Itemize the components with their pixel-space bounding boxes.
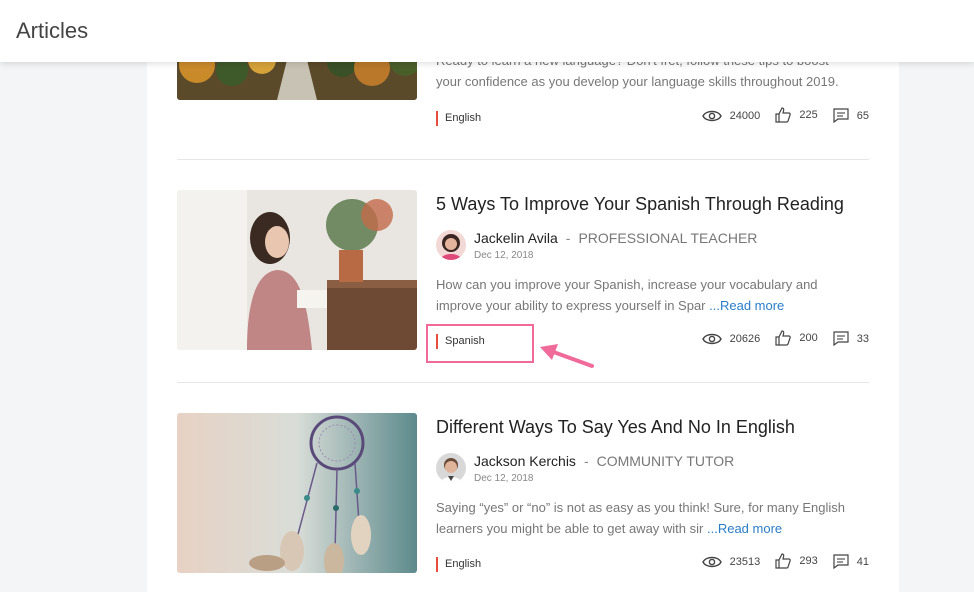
comments-count: 41 bbox=[856, 555, 869, 568]
likes-count: 225 bbox=[799, 109, 818, 121]
author-line: Jackson Kerchis - COMMUNITY TUTOR bbox=[474, 453, 734, 469]
top-bar: Articles bbox=[0, 0, 974, 62]
excerpt-line: your confidence as you develop your lang… bbox=[436, 74, 839, 89]
author-separator: - bbox=[583, 453, 589, 469]
comments-count: 33 bbox=[856, 332, 869, 345]
likes-stat[interactable]: 293 bbox=[775, 553, 818, 569]
excerpt-line: How can you improve your Spanish, increa… bbox=[436, 277, 818, 292]
views-stat: 23513 bbox=[701, 555, 761, 569]
likes-stat[interactable]: 225 bbox=[775, 107, 818, 123]
read-more-link[interactable]: ...Read more bbox=[709, 298, 784, 313]
excerpt-text: improve your ability to express yourself… bbox=[436, 298, 706, 313]
article-author: Jackelin Avila - PROFESSIONAL TEACHER Dec … bbox=[436, 230, 869, 262]
divider bbox=[177, 382, 869, 383]
article-excerpt: Saying “yes” or “no” is not as easy as y… bbox=[436, 497, 869, 539]
author-role: PROFESSIONAL TEACHER bbox=[578, 230, 758, 246]
avatar[interactable] bbox=[436, 453, 466, 483]
tag-english[interactable]: English bbox=[436, 111, 481, 126]
thumbs-up-icon bbox=[775, 330, 792, 346]
eye-icon bbox=[701, 556, 722, 568]
comment-icon bbox=[833, 554, 849, 569]
likes-count: 293 bbox=[799, 555, 818, 567]
articles-panel: Ready to learn a new language? Don't fre… bbox=[147, 0, 899, 592]
thumbs-up-icon bbox=[775, 553, 792, 569]
comment-icon bbox=[833, 331, 849, 346]
author-name[interactable]: Jackelin Avila bbox=[474, 230, 558, 246]
article-thumbnail[interactable] bbox=[177, 413, 417, 573]
views-stat: 20626 bbox=[701, 332, 761, 346]
comments-count: 65 bbox=[856, 109, 869, 122]
article-title[interactable]: 5 Ways To Improve Your Spanish Through R… bbox=[436, 194, 844, 215]
annotation-arrow-icon bbox=[540, 344, 594, 368]
views-count: 24000 bbox=[729, 110, 761, 122]
article-date: Dec 12, 2018 bbox=[474, 250, 534, 261]
comment-icon bbox=[833, 108, 849, 123]
article-thumbnail[interactable] bbox=[177, 190, 417, 350]
annotation-highlight-box bbox=[426, 324, 534, 363]
article-stats: 23513 293 41 bbox=[690, 553, 869, 571]
excerpt-line: Saying “yes” or “no” is not as easy as y… bbox=[436, 500, 845, 515]
tag-english[interactable]: English bbox=[436, 557, 481, 572]
article-author: Jackson Kerchis - COMMUNITY TUTOR Dec 12, … bbox=[436, 453, 869, 485]
views-count: 20626 bbox=[729, 333, 761, 345]
likes-count: 200 bbox=[799, 332, 818, 344]
thumbs-up-icon bbox=[775, 107, 792, 123]
author-role: COMMUNITY TUTOR bbox=[596, 453, 735, 469]
avatar[interactable] bbox=[436, 230, 466, 260]
comments-stat[interactable]: 65 bbox=[833, 108, 869, 123]
comments-stat[interactable]: 41 bbox=[833, 554, 869, 569]
author-separator: - bbox=[565, 230, 571, 246]
article-title[interactable]: Different Ways To Say Yes And No In Engl… bbox=[436, 417, 795, 438]
eye-icon bbox=[701, 110, 722, 122]
article-stats: 20626 200 33 bbox=[690, 330, 869, 348]
read-more-link[interactable]: ...Read more bbox=[707, 521, 782, 536]
author-line: Jackelin Avila - PROFESSIONAL TEACHER bbox=[474, 230, 757, 246]
excerpt-line: learners you might be able to get away w… bbox=[436, 518, 869, 539]
eye-icon bbox=[701, 333, 722, 345]
author-name[interactable]: Jackson Kerchis bbox=[474, 453, 576, 469]
excerpt-line: improve your ability to express yourself… bbox=[436, 295, 869, 316]
views-count: 23513 bbox=[729, 556, 761, 568]
views-stat: 24000 bbox=[701, 109, 761, 123]
divider bbox=[177, 159, 869, 160]
comments-stat[interactable]: 33 bbox=[833, 331, 869, 346]
article-card: Different Ways To Say Yes And No In Engl… bbox=[177, 413, 869, 592]
article-date: Dec 12, 2018 bbox=[474, 473, 534, 484]
article-stats: 24000 225 65 bbox=[690, 107, 869, 125]
page-title: Articles bbox=[16, 18, 89, 43]
excerpt-text: learners you might be able to get away w… bbox=[436, 521, 704, 536]
article-excerpt: How can you improve your Spanish, increa… bbox=[436, 274, 869, 316]
likes-stat[interactable]: 200 bbox=[775, 330, 818, 346]
